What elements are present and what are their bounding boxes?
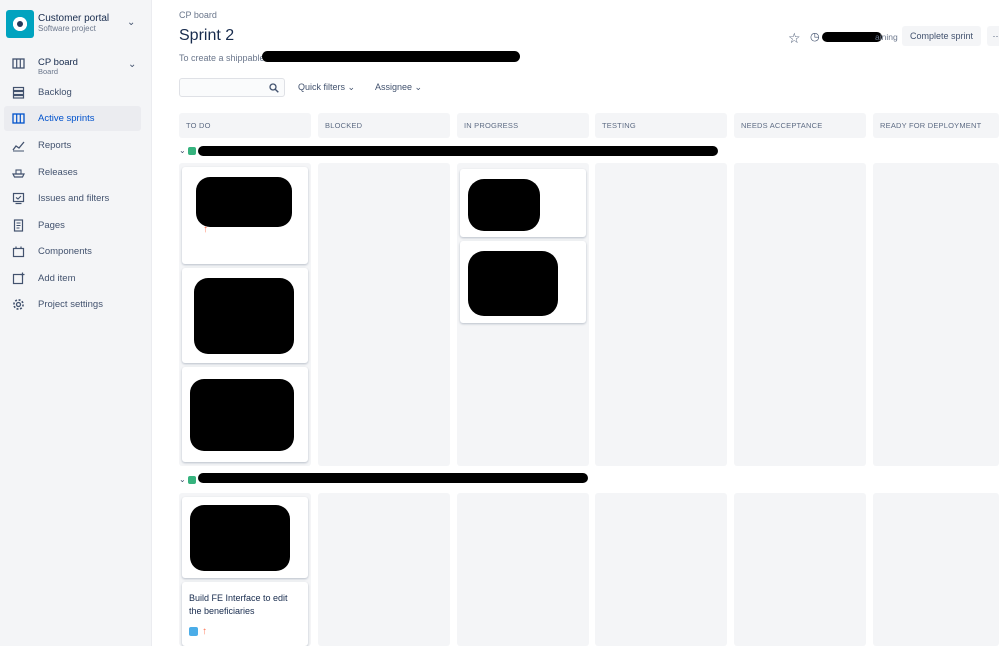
sidebar-item-releases[interactable]: Releases (4, 160, 141, 185)
sidebar-item-backlog[interactable]: Backlog (4, 80, 141, 105)
sidebar-item-label: Project settings (38, 299, 103, 310)
sidebar-item-active-sprints[interactable]: Active sprints (4, 106, 141, 131)
project-type: Software project (38, 24, 96, 33)
sprint-goal: To create a shippable (179, 53, 265, 63)
redaction-mark (262, 51, 520, 62)
task-icon (189, 627, 198, 637)
clock-icon: ◷ (810, 31, 820, 43)
story-icon (188, 476, 196, 484)
redaction-mark (198, 473, 588, 483)
redaction-mark (822, 32, 882, 42)
card-icons: ↑ (189, 626, 207, 637)
add-item-icon (12, 272, 25, 285)
board-type: Board (38, 67, 59, 76)
column-cell (595, 493, 727, 646)
gear-icon (12, 298, 25, 311)
sidebar-item-reports[interactable]: Reports (4, 133, 141, 158)
more-options-button[interactable]: ··· (987, 26, 999, 46)
chevron-down-icon: ⌄ (347, 82, 356, 92)
complete-sprint-button[interactable]: Complete sprint (902, 26, 981, 46)
assignee-label: Assignee (375, 82, 413, 92)
column-cell (873, 163, 999, 466)
chart-icon (12, 139, 25, 152)
page-title: Sprint 2 (179, 27, 235, 44)
issue-card[interactable] (460, 169, 586, 237)
redaction-mark (194, 278, 294, 354)
column-cell (318, 493, 450, 646)
issue-card[interactable] (182, 367, 308, 462)
sidebar-item-label: Pages (38, 220, 65, 231)
column-cell (318, 163, 450, 466)
column-header-blocked: BLOCKED (318, 113, 450, 138)
issue-card[interactable] (460, 241, 586, 323)
sidebar-item-label: Active sprints (38, 113, 95, 124)
component-icon (12, 245, 25, 258)
issues-icon (12, 192, 25, 205)
sidebar-item-label: Issues and filters (38, 193, 110, 204)
priority-high-icon: ↑ (202, 626, 207, 638)
sidebar-item-label: Components (38, 246, 92, 257)
column-header-needs-acceptance: NEEDS ACCEPTANCE (734, 113, 866, 138)
column-header-ready-for-deployment: READY FOR DEPLOYMENT (873, 113, 999, 138)
search-input[interactable] (179, 78, 285, 97)
board-switcher[interactable]: CP board ⌄ (4, 54, 141, 82)
board-columns-icon (12, 112, 25, 125)
card-title: Build FE Interface to edit the beneficia… (189, 593, 288, 616)
issue-card[interactable] (182, 268, 308, 363)
quick-filters-dropdown[interactable]: Quick filters ⌄ (298, 82, 355, 93)
chevron-down-icon[interactable]: ⌄ (179, 475, 186, 484)
column-header-todo: TO DO (179, 113, 311, 138)
column-cell (734, 163, 866, 466)
issue-card[interactable]: ↑ (182, 167, 308, 264)
search-icon (269, 83, 279, 93)
sidebar-item-label: Add item (38, 273, 76, 284)
sidebar-item-label: Backlog (38, 87, 72, 98)
chevron-down-icon[interactable]: ⌄ (179, 146, 186, 155)
sidebar-item-components[interactable]: Components (4, 239, 141, 264)
redaction-mark (190, 379, 294, 451)
ship-icon (12, 166, 25, 179)
card-icons: ↑ (189, 224, 208, 235)
redaction-mark (468, 251, 558, 316)
project-name: Customer portal (38, 13, 110, 24)
breadcrumb[interactable]: CP board (179, 10, 217, 20)
board-icon (12, 57, 25, 70)
chevron-down-icon[interactable]: ⌄ (127, 17, 135, 28)
redaction-mark (198, 146, 718, 156)
assignee-dropdown[interactable]: Assignee ⌄ (375, 82, 422, 93)
story-icon (188, 147, 196, 155)
priority-high-icon: ↑ (203, 224, 208, 236)
redaction-mark (196, 177, 292, 227)
project-avatar (6, 10, 34, 38)
quick-filters-label: Quick filters (298, 82, 346, 92)
issue-card[interactable] (182, 497, 308, 578)
chevron-down-icon: ⌄ (414, 82, 423, 92)
column-header-in-progress: IN PROGRESS (457, 113, 589, 138)
project-switcher[interactable]: Customer portal Software project ⌄ (6, 8, 146, 40)
sidebar-item-label: Reports (38, 140, 72, 151)
redaction-mark (468, 179, 540, 231)
column-cell (457, 493, 589, 646)
sidebar: Customer portal Software project ⌄ CP bo… (0, 0, 152, 646)
sidebar-item-issues-and-filters[interactable]: Issues and filters (4, 186, 141, 211)
column-header-testing: TESTING (595, 113, 727, 138)
sidebar-item-project-settings[interactable]: Project settings (4, 292, 141, 317)
issue-card[interactable]: Build FE Interface to edit the beneficia… (182, 582, 308, 646)
days-remaining: aining (875, 32, 898, 42)
column-cell (873, 493, 999, 646)
backlog-icon (12, 86, 25, 99)
sidebar-item-add-item[interactable]: Add item (4, 266, 141, 291)
column-cell (734, 493, 866, 646)
redaction-mark (190, 505, 290, 571)
sidebar-item-pages[interactable]: Pages (4, 213, 141, 238)
sidebar-item-label: Releases (38, 167, 78, 178)
column-cell (595, 163, 727, 466)
star-icon[interactable]: ☆ (788, 30, 801, 47)
page-icon (12, 219, 25, 232)
chevron-down-icon[interactable]: ⌄ (128, 59, 136, 70)
